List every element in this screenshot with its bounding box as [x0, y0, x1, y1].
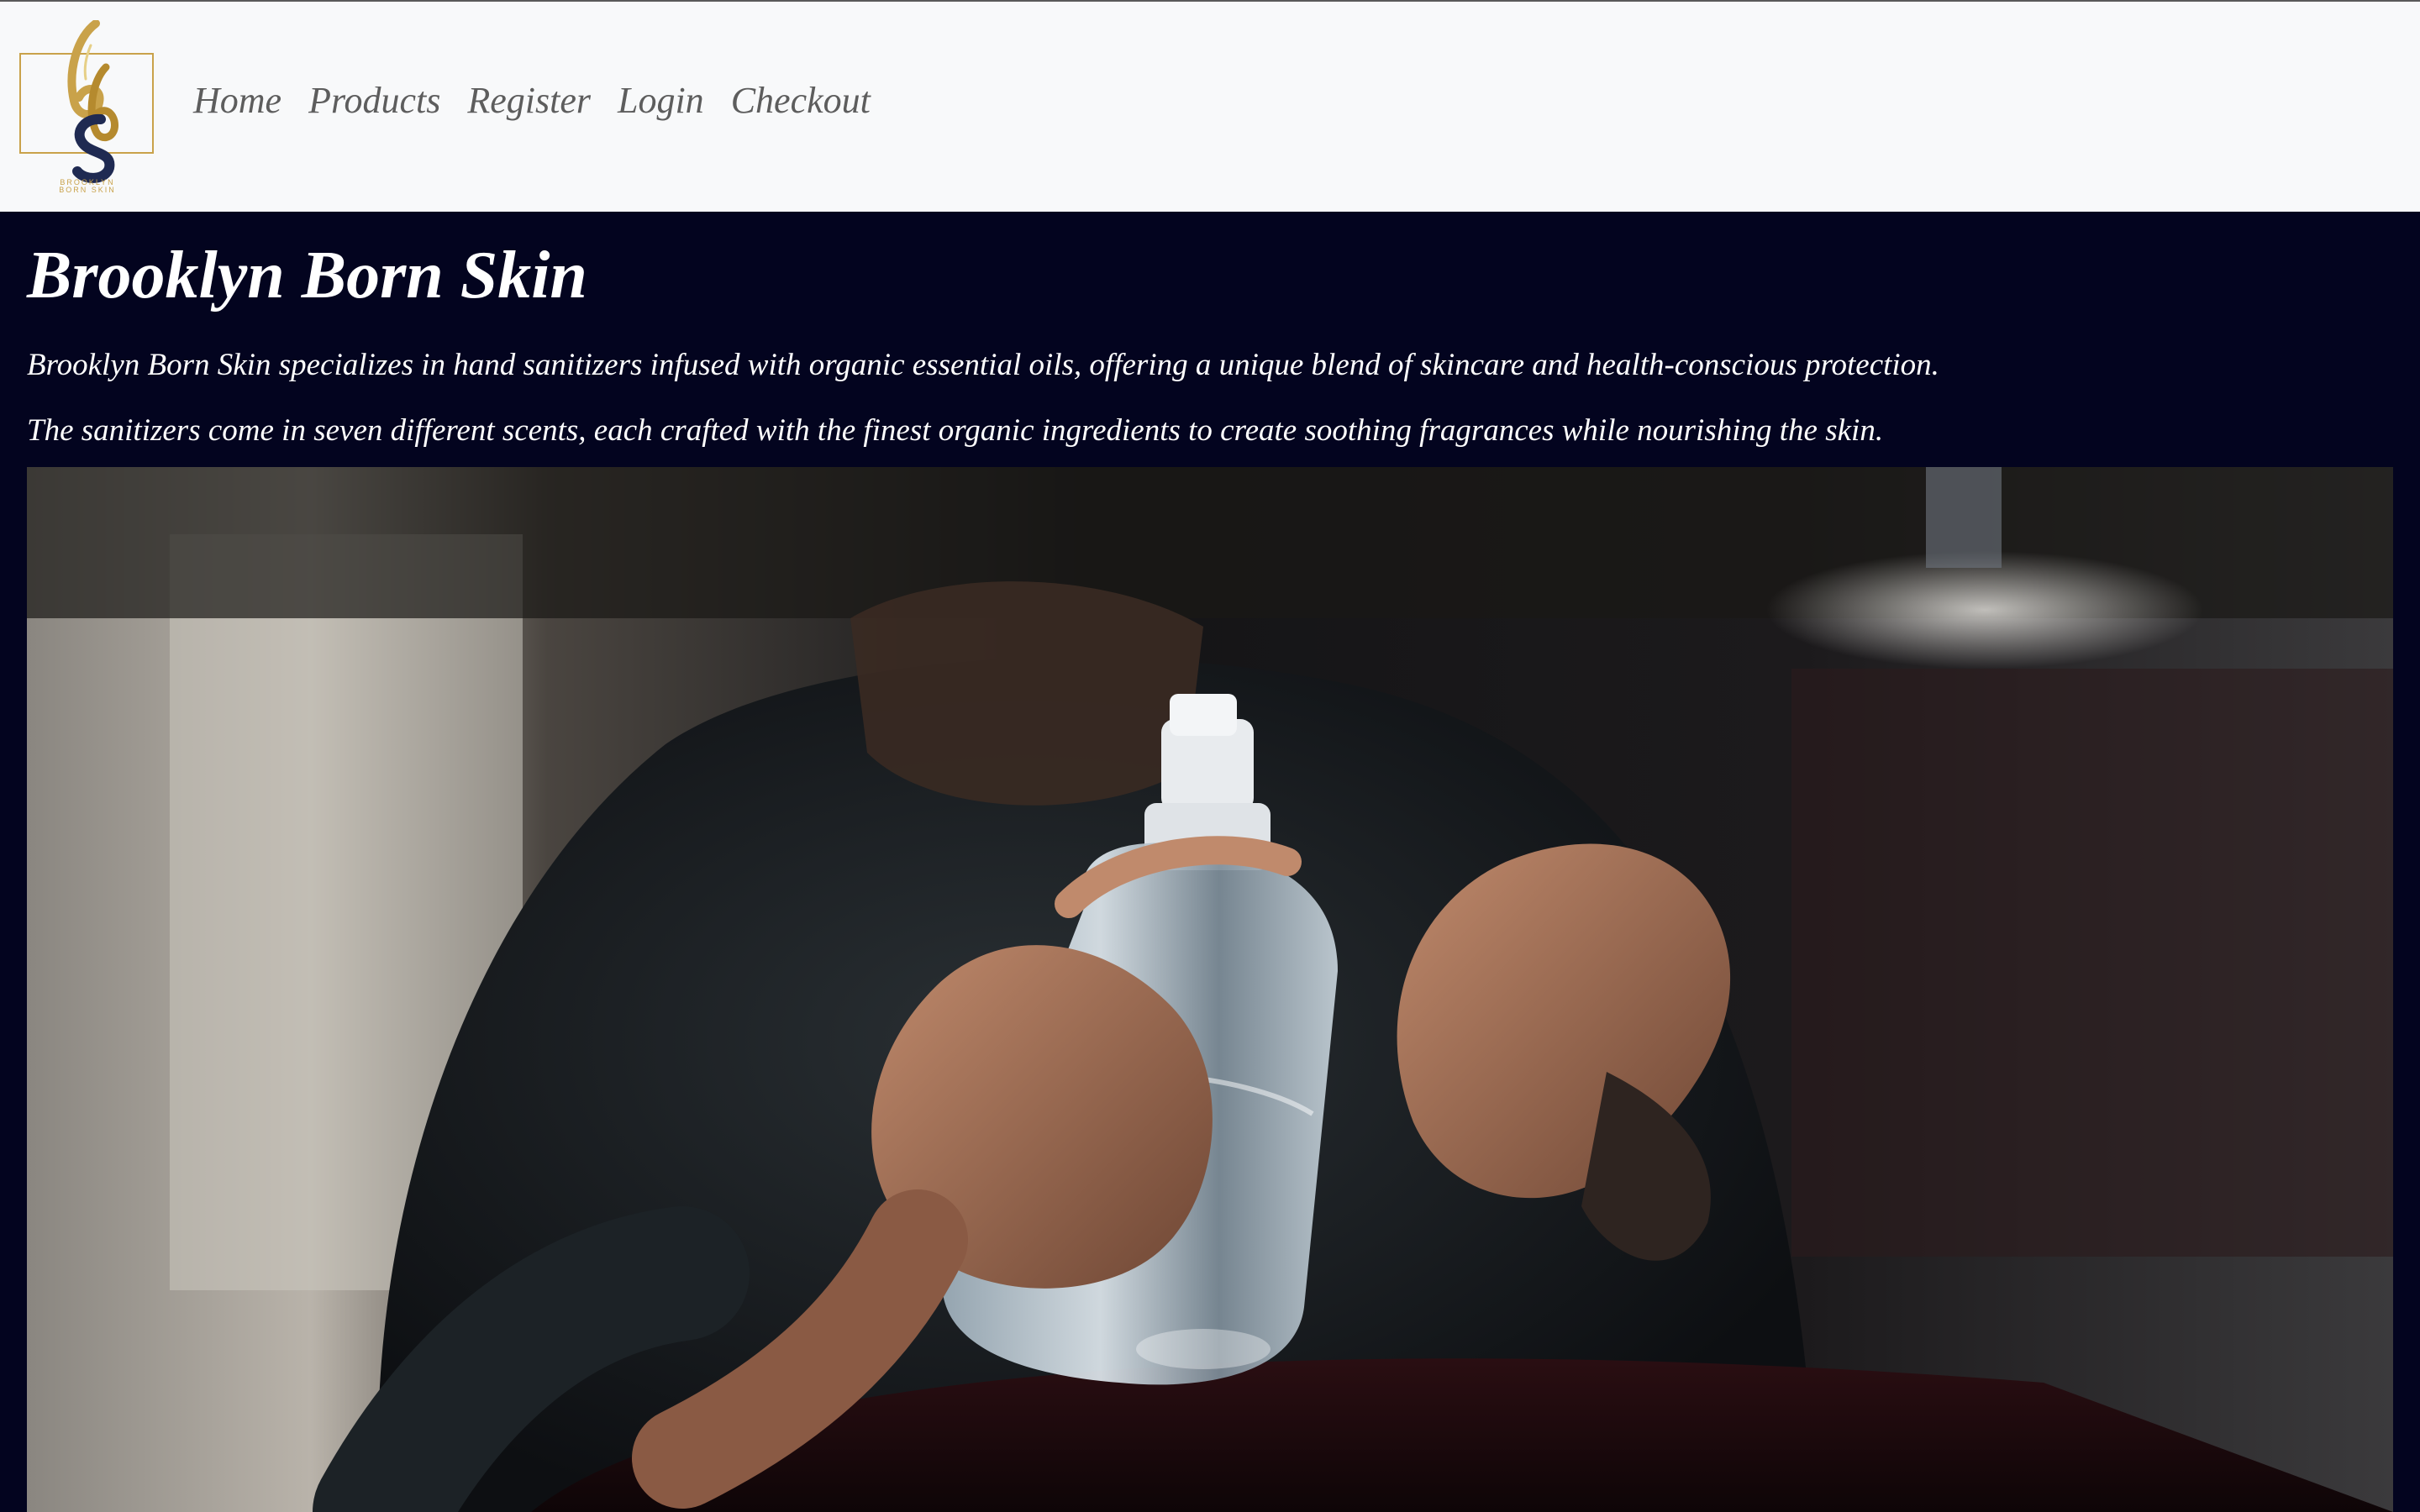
navbar: BROOKLYN BORN SKIN Home Products Registe… [0, 2, 2420, 212]
hero-image [27, 467, 2393, 1512]
nav-links: Home Products Register Login Checkout [193, 82, 897, 119]
brand-logo[interactable]: BROOKLYN BORN SKIN [18, 20, 156, 193]
intro-paragraph: Brooklyn Born Skin specializes in hand s… [27, 348, 1939, 382]
nav-link-products[interactable]: Products [308, 82, 440, 119]
page-title: Brooklyn Born Skin [27, 239, 587, 312]
logo-caption-line2: BORN SKIN [59, 186, 116, 193]
nav-link-home[interactable]: Home [193, 82, 281, 119]
nav-link-checkout[interactable]: Checkout [731, 82, 871, 119]
logo-mark-icon: BROOKLYN BORN SKIN [19, 20, 154, 193]
sanitizer-photo [27, 467, 2393, 1512]
nav-link-register[interactable]: Register [467, 82, 591, 119]
nav-link-login[interactable]: Login [618, 82, 704, 119]
main-content: Brooklyn Born Skin Brooklyn Born Skin sp… [0, 212, 2420, 1512]
scents-paragraph: The sanitizers come in seven different s… [27, 413, 1884, 448]
